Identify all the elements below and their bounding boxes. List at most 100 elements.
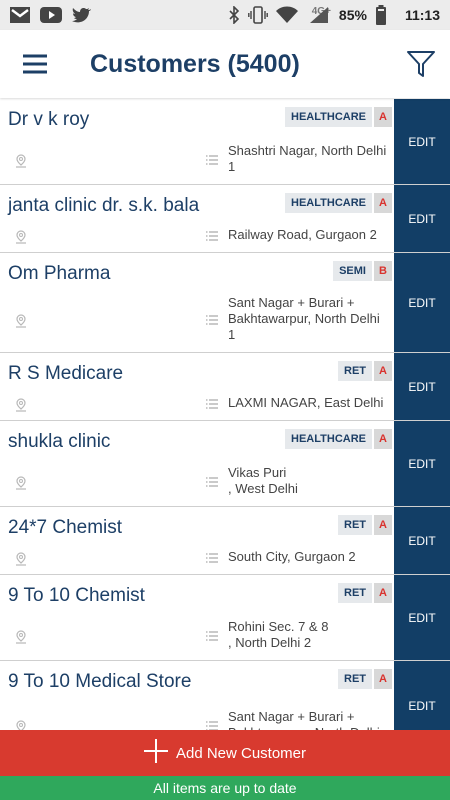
segment-label: HEALTHCARE bbox=[285, 429, 372, 449]
location-pin-icon[interactable] bbox=[14, 476, 28, 495]
customer-address: South City, Gurgaon 2 bbox=[228, 549, 388, 565]
segment-label: HEALTHCARE bbox=[285, 107, 372, 127]
customer-badge: RET A bbox=[338, 669, 392, 689]
notification-icons bbox=[10, 7, 92, 23]
list-icon bbox=[205, 313, 219, 331]
customer-name: 9 To 10 Medical Store bbox=[8, 671, 192, 692]
list-icon bbox=[205, 475, 219, 493]
customer-row[interactable]: Dr v k roy HEALTHCARE A Shashtri Nagar, Nor… bbox=[0, 99, 450, 185]
edit-button[interactable]: EDIT bbox=[394, 575, 450, 660]
edit-button[interactable]: EDIT bbox=[394, 421, 450, 506]
location-pin-icon[interactable] bbox=[14, 154, 28, 173]
youtube-icon bbox=[40, 7, 62, 23]
clock: 11:13 bbox=[404, 7, 440, 23]
location-pin-icon[interactable] bbox=[14, 230, 28, 249]
customer-address: Shashtri Nagar, North Delhi 1 bbox=[228, 143, 388, 175]
sync-status-text: All items are up to date bbox=[153, 780, 297, 796]
customer-name: janta clinic dr. s.k. bala bbox=[8, 195, 200, 216]
grade-label: B bbox=[374, 261, 392, 281]
address-line: Sant Nagar + Burari + bbox=[228, 295, 355, 310]
address-line: Railway Road, Gurgaon 2 bbox=[228, 227, 377, 242]
customer-name: R S Medicare bbox=[8, 363, 124, 384]
address-line: 1 bbox=[228, 327, 236, 342]
customer-badge: RET A bbox=[338, 515, 392, 535]
customer-name: Om Pharma bbox=[8, 263, 111, 284]
grade-label: A bbox=[374, 193, 392, 213]
address-line: , North Delhi 2 bbox=[228, 635, 312, 650]
list-icon bbox=[205, 629, 219, 647]
edit-button[interactable]: EDIT bbox=[394, 253, 450, 352]
grade-label: A bbox=[374, 669, 392, 689]
customer-address: Sant Nagar + Burari +Bakhtawarpur, North… bbox=[228, 709, 388, 730]
signal-icon bbox=[306, 6, 332, 24]
filter-icon[interactable] bbox=[392, 30, 450, 98]
grade-label: A bbox=[374, 107, 392, 127]
plus-icon bbox=[143, 739, 168, 767]
customer-address: LAXMI NAGAR, East Delhi bbox=[228, 395, 388, 411]
grade-label: A bbox=[374, 515, 392, 535]
location-pin-icon[interactable] bbox=[14, 630, 28, 649]
customer-address: Railway Road, Gurgaon 2 bbox=[228, 227, 388, 243]
customer-row[interactable]: R S Medicare RET A LAXMI NAGAR, East Delhi E… bbox=[0, 353, 450, 421]
customer-row[interactable]: 9 To 10 Chemist RET A Rohini Sec. 7 & 8, No… bbox=[0, 575, 450, 661]
segment-label: RET bbox=[338, 361, 372, 381]
customer-address: Vikas Puri, West Delhi bbox=[228, 465, 388, 497]
edit-button[interactable]: EDIT bbox=[394, 99, 450, 184]
address-line: Rohini Sec. 7 & 8 bbox=[228, 619, 329, 634]
address-line: Shashtri Nagar, North Delhi bbox=[228, 143, 387, 158]
wifi-icon bbox=[275, 6, 298, 24]
twitter-icon bbox=[72, 7, 92, 23]
location-pin-icon[interactable] bbox=[14, 720, 28, 730]
address-line: 1 bbox=[228, 159, 236, 174]
add-new-customer-button[interactable]: Add New Customer bbox=[0, 730, 450, 776]
edit-button[interactable]: EDIT bbox=[394, 661, 450, 730]
location-pin-icon[interactable] bbox=[14, 398, 28, 417]
list-icon bbox=[205, 551, 219, 569]
customer-name: shukla clinic bbox=[8, 431, 111, 452]
page-title: Customers (5400) bbox=[90, 49, 300, 78]
sync-status-bar: All items are up to date bbox=[0, 776, 450, 800]
bluetooth-icon bbox=[228, 6, 240, 24]
customer-badge: HEALTHCARE A bbox=[285, 429, 392, 449]
address-line: Vikas Puri bbox=[228, 465, 287, 480]
edit-button[interactable]: EDIT bbox=[394, 353, 450, 420]
battery-icon bbox=[375, 5, 387, 25]
customer-row[interactable]: 9 To 10 Medical Store RET A Sant Nagar + Bu… bbox=[0, 661, 450, 730]
segment-label: RET bbox=[338, 669, 372, 689]
customer-name: Dr v k roy bbox=[8, 109, 90, 130]
location-pin-icon[interactable] bbox=[14, 314, 28, 333]
customer-address: Sant Nagar + Burari +Bakhtawarpur, North… bbox=[228, 295, 388, 343]
edit-button[interactable]: EDIT bbox=[394, 507, 450, 574]
address-line: Sant Nagar + Burari + bbox=[228, 709, 355, 724]
segment-label: RET bbox=[338, 583, 372, 603]
customer-row[interactable]: janta clinic dr. s.k. bala HEALTHCARE A Rai… bbox=[0, 185, 450, 253]
battery-percent: 85% bbox=[338, 7, 367, 23]
customer-address: Rohini Sec. 7 & 8, North Delhi 2 bbox=[228, 619, 388, 651]
add-new-customer-label: Add New Customer bbox=[175, 744, 307, 762]
location-pin-icon[interactable] bbox=[14, 552, 28, 571]
customer-badge: RET A bbox=[338, 361, 392, 381]
customer-name: 24*7 Chemist bbox=[8, 517, 123, 538]
list-icon bbox=[205, 153, 219, 171]
customer-list[interactable]: Dr v k roy HEALTHCARE A Shashtri Nagar, Nor… bbox=[0, 99, 450, 730]
address-line: LAXMI NAGAR, East Delhi bbox=[228, 395, 384, 410]
list-icon bbox=[205, 719, 219, 730]
address-line: South City, Gurgaon 2 bbox=[228, 549, 356, 564]
gmail-icon bbox=[10, 7, 30, 23]
list-icon bbox=[205, 229, 219, 247]
system-icons: 4G+ 85% 11:13 bbox=[228, 5, 440, 25]
hamburger-menu-icon[interactable] bbox=[0, 30, 70, 98]
app-bar: Customers (5400) bbox=[0, 30, 450, 98]
edit-button[interactable]: EDIT bbox=[394, 185, 450, 252]
customer-row[interactable]: 24*7 Chemist RET A South City, Gurgaon 2 EDI… bbox=[0, 507, 450, 575]
vibrate-icon bbox=[247, 6, 268, 24]
segment-label: SEMI bbox=[333, 261, 372, 281]
segment-label: RET bbox=[338, 515, 372, 535]
customer-row[interactable]: shukla clinic HEALTHCARE A Vikas Puri, West… bbox=[0, 421, 450, 507]
grade-label: A bbox=[374, 429, 392, 449]
address-line: Bakhtawarpur, North Delhi bbox=[228, 311, 380, 326]
list-icon bbox=[205, 397, 219, 415]
customer-badge: RET A bbox=[338, 583, 392, 603]
address-line: , West Delhi bbox=[228, 481, 298, 496]
customer-row[interactable]: Om Pharma SEMI B Sant Nagar + Burari + Bakht… bbox=[0, 253, 450, 353]
